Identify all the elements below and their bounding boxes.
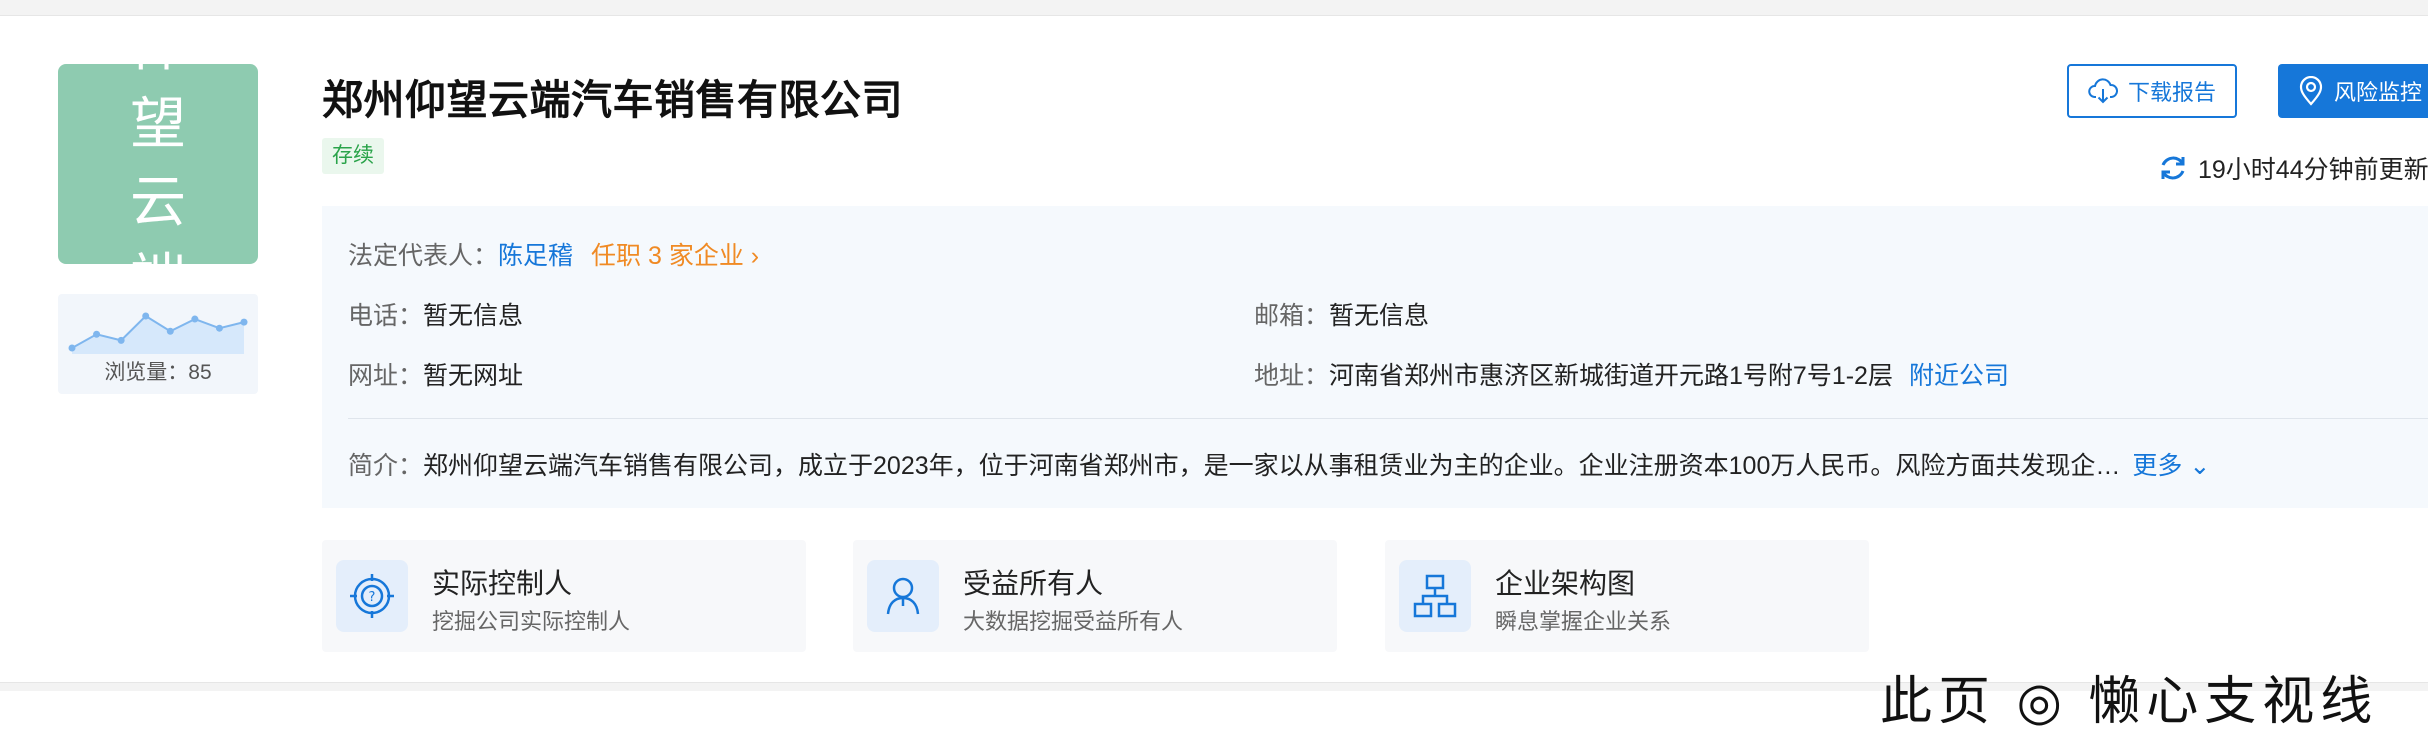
email-value: 暂无信息 (1329, 302, 1430, 330)
chevron-down-icon: ⌄ (2189, 452, 2211, 480)
sparkline-point (191, 315, 199, 323)
legal-rep-link[interactable]: 陈足稽 (498, 242, 573, 270)
legal-rep-jobs-link[interactable]: 任职 3 家企业 › (591, 242, 759, 270)
info-panel: 法定代表人：陈足稽 任职 3 家企业 › 电话：暂无信息 邮箱：暂无信息 网址：暂… (322, 206, 2428, 508)
address-value: 河南省郑州市惠济区新城街道开元路1号附7号1-2层 (1329, 362, 1893, 390)
nearby-companies-link[interactable]: 附近公司 (1909, 362, 2009, 390)
risk-monitor-label: 风险监控 (2334, 80, 2423, 105)
refresh-icon[interactable] (2158, 153, 2188, 183)
email-row: 邮箱：暂无信息 (1254, 296, 1429, 332)
download-report-button[interactable]: 下载报告 (2067, 64, 2237, 118)
website-key: 网址： (348, 362, 424, 390)
card-beneficial-owner[interactable]: 受益所有人 大数据挖掘受益所有人 (853, 540, 1337, 652)
legal-rep-jobs-label: 任职 3 家企业 (591, 242, 744, 270)
sparkline-point (215, 324, 223, 332)
org-chart-icon (1399, 560, 1471, 632)
phone-key: 电话： (348, 302, 424, 330)
company-name: 郑州仰望云端汽车销售有限公司 (322, 77, 903, 123)
chevron-right-icon: › (750, 242, 760, 270)
svg-text:?: ? (369, 590, 376, 605)
more-link[interactable]: 更多 ⌄ (2132, 452, 2210, 480)
sparkline-point (142, 312, 150, 320)
website-row: 网址：暂无网址 (348, 356, 523, 392)
card-actual-controller[interactable]: ? 实际控制人 挖掘公司实际控制人 (322, 540, 806, 652)
update-info: 19小时44分钟前更新 (2158, 150, 2428, 186)
footer-partial-text: 此页 ◎ 懒心支视线 (1880, 673, 2379, 731)
risk-monitor-button[interactable]: 风险监控 (2278, 64, 2428, 118)
person-icon (867, 560, 939, 632)
top-strip (0, 0, 2428, 16)
card-title: 企业架构图 (1495, 568, 1636, 599)
card-subtitle: 大数据挖掘受益所有人 (963, 609, 1184, 634)
website-value: 暂无网址 (423, 362, 524, 390)
views-sparkline (68, 312, 248, 354)
sparkline-point (166, 327, 174, 335)
card-title: 实际控制人 (432, 568, 573, 599)
status-badge: 存续 (322, 138, 384, 174)
address-key: 地址： (1254, 362, 1330, 390)
phone-value: 暂无信息 (423, 302, 524, 330)
card-org-structure[interactable]: 企业架构图 瞬息掌握企业关系 (1385, 540, 1869, 652)
card-title: 受益所有人 (963, 568, 1104, 599)
download-report-label: 下载报告 (2127, 80, 2216, 105)
email-key: 邮箱： (1254, 302, 1330, 330)
cloud-download-icon (2088, 78, 2118, 104)
views-widget: 浏览量：85 (58, 294, 258, 394)
intro-key: 简介： (348, 452, 424, 480)
card-subtitle: 瞬息掌握企业关系 (1495, 609, 1672, 634)
views-count: 浏览量：85 (104, 361, 212, 384)
sparkline-point (117, 336, 125, 344)
location-pin-icon (2299, 76, 2323, 106)
company-logo: 仰望云端 (58, 14, 258, 313)
sparkline-point (93, 330, 101, 338)
address-row: 地址：河南省郑州市惠济区新城街道开元路1号附7号1-2层 附近公司 (1254, 356, 2009, 392)
legal-rep-key: 法定代表人： (348, 242, 499, 270)
info-divider (348, 418, 2428, 419)
legal-rep-row: 法定代表人：陈足稽 任职 3 家企业 › (348, 236, 759, 272)
card-subtitle: 挖掘公司实际控制人 (432, 609, 631, 634)
logo-text: 仰望云端 (130, 14, 206, 313)
sparkline-point (240, 318, 248, 326)
more-label: 更多 (2132, 452, 2183, 480)
target-question-icon: ? (336, 560, 408, 632)
sparkline-point (68, 344, 76, 352)
update-time: 19小时44分钟前更新 (2198, 156, 2428, 184)
intro-row: 简介：郑州仰望云端汽车销售有限公司，成立于2023年，位于河南省郑州市，是一家以… (348, 446, 2428, 482)
phone-row: 电话：暂无信息 (348, 296, 523, 332)
intro-value: 郑州仰望云端汽车销售有限公司，成立于2023年，位于河南省郑州市，是一家以从事租… (423, 452, 2121, 480)
